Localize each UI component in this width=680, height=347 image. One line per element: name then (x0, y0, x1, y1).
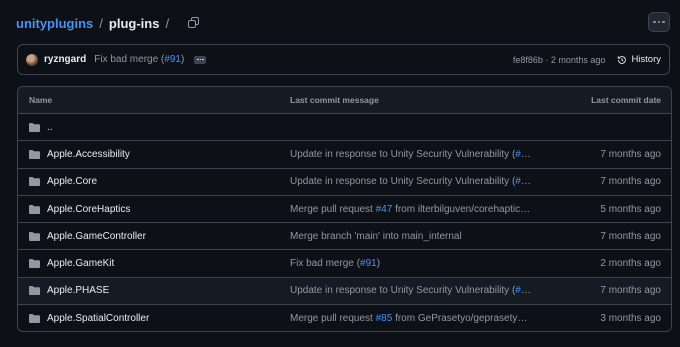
commit-message-link[interactable]: Merge pull request #47 from ilterbilguve… (290, 204, 551, 215)
table-row[interactable]: Apple.SpatialController Merge pull reques… (18, 305, 671, 331)
pr-link[interactable]: #78 (515, 149, 532, 160)
breadcrumb-separator: / (99, 15, 103, 31)
history-label: History (631, 54, 661, 65)
file-table: Name Last commit message Last commit dat… (17, 86, 672, 332)
history-button[interactable]: History (617, 54, 661, 65)
folder-name-link[interactable]: Apple.Accessibility (47, 149, 130, 160)
history-icon (618, 55, 627, 64)
table-row[interactable]: Apple.Core Update in response to Unity Se… (18, 169, 671, 196)
commit-pr-link[interactable]: #91 (164, 54, 181, 65)
folder-icon (29, 231, 40, 241)
parent-directory-link[interactable]: .. (47, 122, 53, 133)
commit-message-link[interactable]: Merge branch 'main' into main_internal (290, 231, 551, 242)
folder-name-link[interactable]: Apple.SpatialController (47, 313, 149, 324)
table-header: Name Last commit message Last commit dat… (18, 87, 671, 114)
expand-commit-icon[interactable] (194, 55, 207, 64)
commit-meta[interactable]: fe8f86b · 2 months ago (513, 55, 606, 65)
folder-name-link[interactable]: Apple.GameController (47, 231, 146, 242)
header-name: Name (29, 95, 53, 105)
folder-name-link[interactable]: Apple.GameKit (47, 258, 114, 269)
pr-link[interactable]: #91 (360, 258, 377, 269)
breadcrumb: unityplugins / plug-ins / (16, 13, 670, 33)
breadcrumb-separator: / (165, 15, 170, 31)
more-options-button[interactable] (648, 12, 670, 32)
folder-name-link[interactable]: Apple.PHASE (47, 285, 109, 296)
pr-link[interactable]: #78 (515, 176, 532, 187)
folder-icon (29, 314, 40, 324)
breadcrumb-current-folder: plug-ins (108, 15, 160, 31)
pr-link[interactable]: #47 (376, 204, 393, 215)
pr-link[interactable]: #78 (515, 285, 532, 296)
header-date: Last commit date (591, 95, 661, 105)
folder-icon (29, 204, 40, 214)
parent-directory-row[interactable]: .. (18, 114, 671, 142)
commit-author[interactable]: ryzngard (44, 54, 86, 65)
commit-date: 2 months ago (600, 258, 661, 270)
commit-date: 7 months ago (600, 148, 661, 160)
folder-icon (29, 122, 40, 132)
folder-name-link[interactable]: Apple.CoreHaptics (47, 204, 130, 215)
commit-date: 7 months ago (600, 230, 661, 242)
commit-message-link[interactable]: Update in response to Unity Security Vul… (290, 176, 551, 187)
commit-message[interactable]: Fix bad merge (#91) (94, 54, 184, 65)
commit-date: 7 months ago (600, 285, 661, 297)
folder-name-link[interactable]: Apple.Core (47, 176, 97, 187)
header-commit: Last commit message (290, 95, 379, 105)
folder-icon (29, 286, 40, 296)
folder-icon (29, 177, 40, 187)
folder-icon (29, 259, 40, 269)
commit-message-link[interactable]: Merge pull request #85 from GePrasetyo/g… (290, 313, 551, 324)
avatar[interactable] (26, 53, 38, 66)
commit-message-link[interactable]: Update in response to Unity Security Vul… (290, 149, 551, 160)
latest-commit-bar: ryzngard Fix bad merge (#91) fe8f86b · 2… (17, 44, 670, 75)
breadcrumb-repo-link[interactable]: unityplugins (16, 16, 93, 31)
commit-message-link[interactable]: Fix bad merge (#91) (290, 258, 551, 269)
commit-date: 7 months ago (600, 176, 661, 188)
commit-date: 3 months ago (600, 313, 661, 325)
table-row[interactable]: Apple.GameKit Fix bad merge (#91) 2 months… (18, 250, 671, 278)
table-row[interactable]: Apple.PHASE Update in response to Unity S… (18, 277, 671, 306)
commit-message-link[interactable]: Update in response to Unity Security Vul… (290, 285, 551, 296)
copy-path-icon[interactable] (187, 16, 201, 30)
folder-icon (29, 149, 40, 159)
table-row[interactable]: Apple.CoreHaptics Merge pull request #47 … (18, 196, 671, 224)
table-row[interactable]: Apple.GameController Merge branch 'main' … (18, 223, 671, 251)
commit-date: 5 months ago (600, 203, 661, 215)
pr-link[interactable]: #85 (376, 313, 393, 324)
table-row[interactable]: Apple.Accessibility Update in response to… (18, 141, 671, 169)
